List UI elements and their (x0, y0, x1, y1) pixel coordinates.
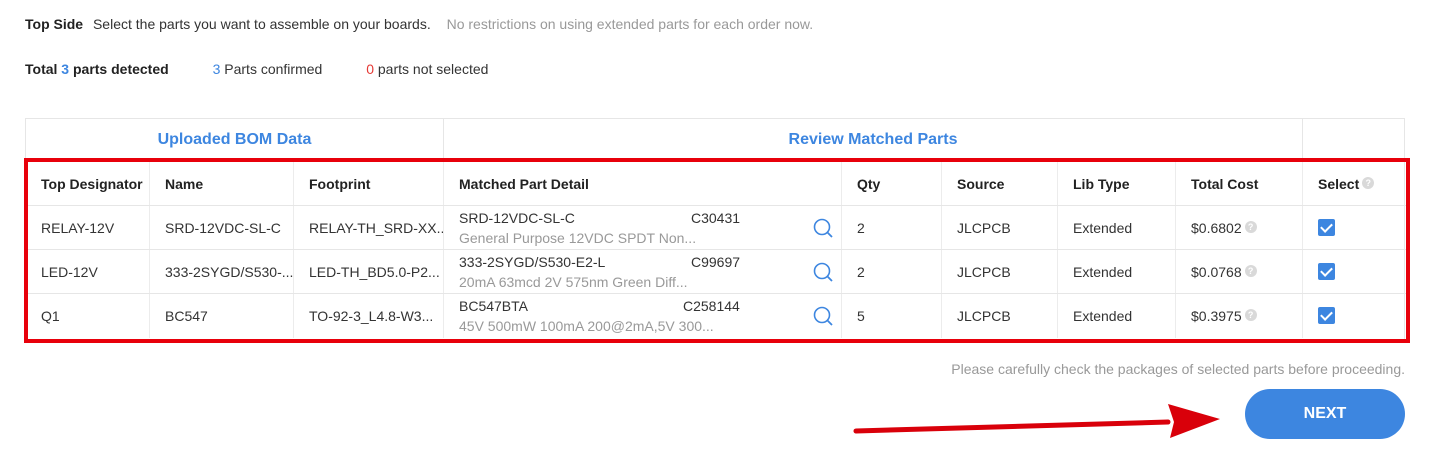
parts-summary: Total 3 parts detected 3 Parts confirmed… (25, 61, 488, 77)
col-total-cost: Total Cost (1176, 162, 1303, 206)
top-side-instruction: Select the parts you want to assemble on… (92, 16, 431, 32)
matched-detail-cell: 333-2SYGD/S530-E2-L C99697 20mA 63mcd 2V … (444, 250, 842, 294)
source-cell: JLCPCB (942, 294, 1058, 338)
lcsc-code[interactable]: C258144 (683, 298, 740, 314)
footprint-cell: RELAY-TH_SRD-XX... (294, 206, 444, 250)
select-cell (1303, 250, 1406, 294)
search-icon[interactable] (813, 306, 833, 326)
top-side-label: Top Side (25, 16, 84, 32)
cost-value: $0.3975 (1191, 308, 1242, 324)
help-icon[interactable]: ? (1244, 221, 1257, 233)
select-checkbox[interactable] (1318, 306, 1335, 324)
col-qty: Qty (842, 162, 942, 206)
matched-mpn[interactable]: 333-2SYGD/S530-E2-L (459, 254, 691, 270)
select-checkbox[interactable] (1318, 218, 1335, 236)
source-cell: JLCPCB (942, 250, 1058, 294)
col-select: Select? (1303, 162, 1406, 206)
confirmed-count: 3 (212, 61, 221, 77)
top-side-note: No restrictions on using extended parts … (446, 16, 814, 32)
top-side-line: Top Side Select the parts you want to as… (25, 16, 813, 32)
total-prefix: Total (25, 61, 58, 77)
footprint-cell: TO-92-3_L4.8-W3... (294, 294, 444, 338)
uploaded-bom-heading: Uploaded BOM Data (26, 119, 444, 161)
col-lib-type: Lib Type (1058, 162, 1176, 206)
name-cell: SRD-12VDC-SL-C (150, 206, 294, 250)
table-row: LED-12V 333-2SYGD/S530-... LED-TH_BD5.0-… (26, 249, 1406, 294)
review-matched-heading: Review Matched Parts (444, 119, 1303, 161)
parts-not-selected: 0 parts not selected (366, 61, 488, 77)
cost-cell: $0.3975? (1176, 294, 1303, 338)
cost-cell: $0.0768? (1176, 250, 1303, 294)
table-row: Q1 BC547 TO-92-3_L4.8-W3... BC547BTA C258… (26, 293, 1406, 338)
bom-grid: Top Designator Name Footprint Matched Pa… (26, 161, 1406, 338)
col-detail: Matched Part Detail (444, 162, 842, 206)
designator-cell: LED-12V (26, 250, 150, 294)
lcsc-code[interactable]: C99697 (691, 254, 740, 270)
designator-cell: Q1 (26, 294, 150, 338)
matched-detail-cell: SRD-12VDC-SL-C C30431 General Purpose 12V… (444, 206, 842, 250)
table-row: RELAY-12V SRD-12VDC-SL-C RELAY-TH_SRD-XX… (26, 205, 1406, 250)
col-designator: Top Designator (26, 162, 150, 206)
matched-detail-cell: BC547BTA C258144 45V 500mW 100mA 200@2mA,… (444, 294, 842, 338)
total-count: 3 (61, 61, 70, 77)
name-cell: 333-2SYGD/S530-... (150, 250, 294, 294)
confirmed-label: Parts confirmed (224, 61, 323, 77)
bom-table: Uploaded BOM Data Review Matched Parts T… (25, 118, 1406, 342)
col-footprint: Footprint (294, 162, 444, 206)
total-suffix: parts detected (72, 61, 169, 77)
source-cell: JLCPCB (942, 206, 1058, 250)
total-detected: Total 3 parts detected (25, 61, 169, 77)
lcsc-code[interactable]: C30431 (691, 210, 740, 226)
lib-type-cell: Extended (1058, 206, 1176, 250)
matched-mpn[interactable]: SRD-12VDC-SL-C (459, 210, 691, 226)
select-cell (1303, 294, 1406, 338)
not-selected-label: parts not selected (377, 61, 489, 77)
parts-confirmed: 3 Parts confirmed (213, 61, 323, 77)
footprint-cell: LED-TH_BD5.0-P2... (294, 250, 444, 294)
help-icon[interactable]: ? (1362, 177, 1375, 189)
search-icon[interactable] (813, 262, 833, 282)
designator-cell: RELAY-12V (26, 206, 150, 250)
col-select-label: Select (1318, 176, 1360, 192)
not-selected-count: 0 (366, 61, 374, 77)
red-arrow-icon (853, 404, 1220, 438)
qty-cell: 2 (842, 250, 942, 294)
select-checkbox[interactable] (1318, 262, 1335, 280)
search-icon[interactable] (813, 218, 833, 238)
matched-mpn[interactable]: BC547BTA (459, 298, 683, 314)
part-description: 20mA 63mcd 2V 575nm Green Diff... (459, 274, 688, 290)
cost-value: $0.6802 (1191, 220, 1242, 236)
lib-type-cell: Extended (1058, 294, 1176, 338)
select-section-heading (1303, 119, 1406, 161)
help-icon[interactable]: ? (1244, 265, 1257, 277)
packages-warning: Please carefully check the packages of s… (951, 361, 1405, 377)
help-icon[interactable]: ? (1244, 309, 1257, 321)
name-cell: BC547 (150, 294, 294, 338)
lib-type-cell: Extended (1058, 250, 1176, 294)
cost-value: $0.0768 (1191, 264, 1242, 280)
next-button[interactable]: NEXT (1245, 389, 1405, 439)
cost-cell: $0.6802? (1176, 206, 1303, 250)
table-header-row: Top Designator Name Footprint Matched Pa… (26, 161, 1406, 206)
col-name: Name (150, 162, 294, 206)
part-description: General Purpose 12VDC SPDT Non... (459, 230, 697, 246)
select-cell (1303, 206, 1406, 250)
col-source: Source (942, 162, 1058, 206)
part-description: 45V 500mW 100mA 200@2mA,5V 300... (459, 318, 714, 334)
qty-cell: 5 (842, 294, 942, 338)
qty-cell: 2 (842, 206, 942, 250)
